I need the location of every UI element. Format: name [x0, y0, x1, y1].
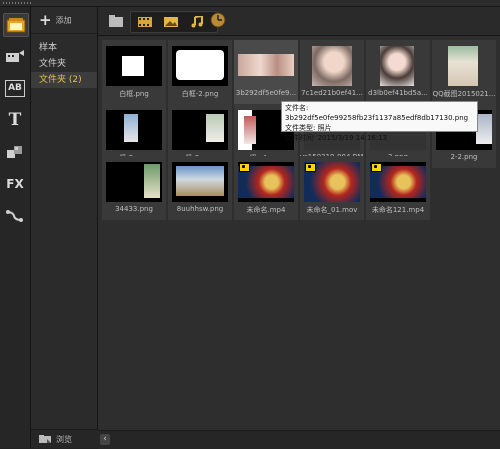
media-caption: d3lb0ef41bd5a...	[368, 89, 428, 97]
media-caption: 2-2.png	[450, 153, 478, 161]
media-item[interactable]: 白框.png	[102, 40, 166, 104]
folder-icon	[109, 15, 123, 27]
title-button[interactable]: AB	[3, 77, 27, 99]
video-badge-icon	[371, 163, 382, 172]
media-item[interactable]: 未命名_01.mov	[300, 156, 364, 220]
media-thumbnail	[106, 110, 162, 150]
media-thumbnail	[172, 162, 228, 202]
sort-by-time-button[interactable]	[210, 12, 226, 32]
left-toolbar: AB T FX	[0, 7, 31, 448]
media-thumbnail	[172, 110, 228, 150]
collapse-panel-button[interactable]: ‹	[100, 434, 110, 445]
music-note-icon	[191, 16, 203, 28]
media-caption: 未命名_01.mov	[306, 206, 358, 214]
show-photo-button[interactable]	[161, 14, 181, 30]
transition-button[interactable]	[3, 141, 27, 163]
media-item[interactable]: d3lb0ef41bd5a...	[366, 40, 430, 104]
chevron-left-icon: ‹	[103, 434, 107, 444]
clock-icon	[210, 12, 226, 28]
media-caption: 8uuhhsw.png	[176, 205, 224, 213]
media-library-button[interactable]	[3, 13, 29, 37]
media-item[interactable]: 3b292df5e0fe9...	[234, 40, 298, 104]
media-caption: 7c1ed21b0ef41...	[301, 89, 363, 97]
browse-button[interactable]: 浏览	[31, 429, 104, 448]
content-footer: ‹	[98, 430, 500, 449]
photo-icon	[164, 17, 178, 27]
tooltip-filetype: 文件类型: 照片	[285, 124, 332, 132]
media-grid: 白框.png 白框-2.png 3b292df5e0fe9... 7c1ed21…	[98, 36, 500, 430]
instant-project-icon	[6, 50, 24, 62]
media-caption: 3b292df5e0fe9...	[235, 89, 297, 97]
film-icon	[138, 17, 152, 27]
media-thumbnail	[238, 54, 294, 76]
media-filter-group	[130, 11, 218, 33]
media-item[interactable]: 7c1ed21b0ef41...	[300, 40, 364, 104]
motion-path-icon	[6, 210, 23, 222]
add-library-button[interactable]: + 添加	[31, 7, 97, 34]
text-t-icon: T	[8, 110, 22, 130]
plus-icon: +	[39, 10, 52, 29]
media-thumbnail	[380, 46, 414, 86]
media-thumbnail	[448, 46, 478, 86]
fx-filter-icon: FX	[6, 177, 24, 191]
media-caption: 34433.png	[115, 205, 153, 213]
media-thumbnail	[370, 162, 426, 202]
media-item[interactable]: 8uuhhsw.png	[168, 156, 232, 220]
media-library-icon	[6, 18, 26, 33]
media-thumbnail	[106, 162, 162, 202]
media-thumbnail	[312, 46, 352, 86]
show-video-button[interactable]	[135, 14, 155, 30]
media-thumbnail	[172, 46, 228, 86]
library-item-folder-2[interactable]: 文件夹 (2)	[31, 72, 97, 88]
media-caption: 未命名121.mp4	[371, 206, 425, 214]
tooltip-filetime: 文件时间: 2015/3/19 14:16:13	[285, 134, 388, 142]
media-caption: 未命名.mp4	[246, 206, 286, 214]
browse-folder-icon	[39, 435, 51, 443]
media-thumbnail	[238, 162, 294, 202]
video-badge-icon	[239, 163, 250, 172]
motion-path-button[interactable]	[3, 205, 27, 227]
instant-project-button[interactable]	[3, 45, 27, 67]
media-item[interactable]: QQ截图2015021...	[432, 40, 496, 104]
media-item[interactable]: 34433.png	[102, 156, 166, 220]
content-header	[98, 7, 500, 36]
fx-filter-button[interactable]: FX	[3, 173, 27, 195]
media-caption: 白框.png	[119, 90, 149, 98]
video-badge-icon	[305, 163, 316, 172]
file-info-tooltip: 文件名: 3b292df5e0fe99258fb23f1137a85edf8db…	[281, 101, 478, 142]
media-item[interactable]: 未命名121.mp4	[366, 156, 430, 220]
media-thumbnail	[304, 162, 360, 202]
title-strip	[0, 0, 500, 7]
media-item[interactable]: 白框-2.png	[168, 40, 232, 104]
add-label: 添加	[55, 15, 72, 25]
folder-button[interactable]	[108, 13, 124, 32]
title-ab-icon: AB	[5, 79, 25, 97]
library-item-samples[interactable]: 样本	[31, 40, 97, 56]
drag-grip[interactable]	[3, 2, 33, 4]
media-thumbnail	[106, 46, 162, 86]
tooltip-filename: 文件名: 3b292df5e0fe99258fb23f1137a85edf8db…	[285, 104, 469, 122]
library-panel: + 添加 样本 文件夹 文件夹 (2) 浏览	[31, 7, 104, 448]
media-caption: 白框-2.png	[181, 90, 219, 98]
transition-icon	[7, 146, 22, 158]
browse-label: 浏览	[56, 434, 72, 444]
media-item[interactable]: 未命名.mp4	[234, 156, 298, 220]
text-button[interactable]: T	[3, 109, 27, 131]
library-item-folder[interactable]: 文件夹	[31, 56, 97, 72]
media-caption: QQ截图2015021...	[432, 90, 496, 98]
show-audio-button[interactable]	[187, 14, 207, 30]
